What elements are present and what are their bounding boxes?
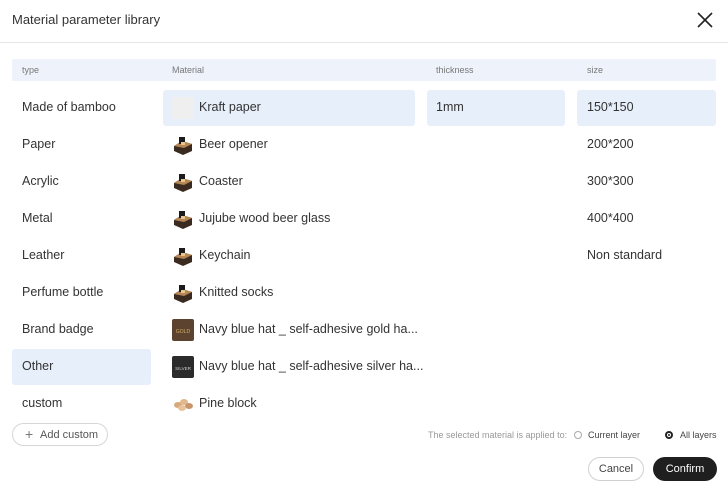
type-item[interactable]: Made of bamboo (22, 100, 116, 114)
table-header: type Material thickness size (12, 59, 716, 81)
material-item[interactable]: Navy blue hat _ self-adhesive gold ha... (199, 322, 418, 336)
type-item[interactable]: Paper (22, 137, 55, 151)
type-item[interactable]: Leather (22, 248, 64, 262)
column-material: Material (172, 65, 205, 75)
silver-badge-thumbnail: SILVER (172, 356, 194, 378)
blank-thumbnail (172, 97, 194, 119)
current-layer-label: Current layer (588, 430, 641, 440)
size-item[interactable]: 400*400 (587, 211, 634, 225)
type-item[interactable]: Acrylic (22, 174, 59, 188)
product-thumbnail (172, 208, 194, 230)
type-item[interactable]: Other (22, 359, 53, 373)
thickness-item[interactable]: 1mm (436, 100, 464, 114)
size-item[interactable]: 150*150 (587, 100, 634, 114)
close-icon[interactable] (696, 11, 714, 29)
applied-label: The selected material is applied to: (428, 430, 568, 440)
add-custom-button[interactable]: + Add custom (12, 423, 108, 446)
dialog-title: Material parameter library (12, 12, 161, 27)
all-layers-label: All layers (680, 430, 717, 440)
material-item[interactable]: Kraft paper (199, 100, 261, 114)
column-thickness: thickness (436, 65, 474, 75)
title-divider (0, 42, 728, 43)
product-thumbnail (172, 134, 194, 156)
material-item[interactable]: Coaster (199, 174, 243, 188)
cancel-button[interactable]: Cancel (588, 457, 644, 481)
material-item[interactable]: Navy blue hat _ self-adhesive silver ha.… (199, 359, 423, 373)
type-item[interactable]: custom (22, 396, 62, 410)
product-thumbnail (172, 171, 194, 193)
product-thumbnail (172, 245, 194, 267)
product-thumbnail (172, 282, 194, 304)
radio-current-layer[interactable] (574, 431, 582, 439)
type-item[interactable]: Metal (22, 211, 53, 225)
pine-block-thumbnail (172, 393, 194, 415)
radio-all-layers[interactable] (665, 431, 673, 439)
material-item[interactable]: Beer opener (199, 137, 268, 151)
svg-text:GOLD: GOLD (176, 329, 191, 335)
column-type: type (22, 65, 40, 75)
type-item[interactable]: Brand badge (22, 322, 94, 336)
type-item[interactable]: Perfume bottle (22, 285, 103, 299)
size-item[interactable]: 200*200 (587, 137, 634, 151)
material-item[interactable]: Pine block (199, 396, 257, 410)
svg-text:SILVER: SILVER (175, 366, 191, 371)
column-size: size (587, 65, 604, 75)
plus-icon: + (25, 426, 34, 442)
add-custom-label: Add custom (40, 429, 99, 441)
size-item[interactable]: 300*300 (587, 174, 634, 188)
gold-badge-thumbnail: GOLD (172, 319, 194, 341)
material-item[interactable]: Jujube wood beer glass (199, 211, 330, 225)
material-item[interactable]: Keychain (199, 248, 250, 262)
size-item[interactable]: Non standard (587, 248, 662, 262)
confirm-button[interactable]: Confirm (653, 457, 717, 481)
material-item[interactable]: Knitted socks (199, 285, 273, 299)
